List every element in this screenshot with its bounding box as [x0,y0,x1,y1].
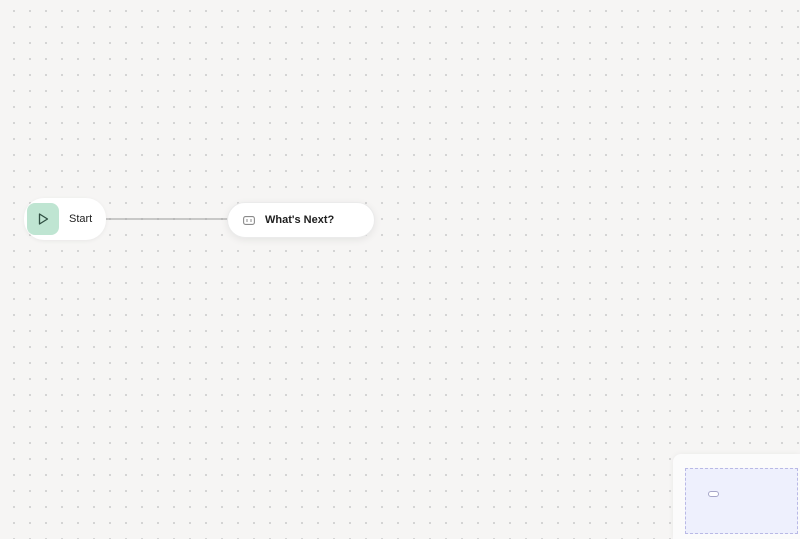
minimap-viewport[interactable] [685,468,798,534]
play-icon [38,213,49,225]
minimap[interactable] [673,454,800,539]
whats-next-node[interactable]: What's Next? [227,202,375,238]
input-box-icon [243,215,255,225]
start-icon-box [27,203,59,235]
start-node[interactable]: Start [24,198,106,240]
whats-next-node-label: What's Next? [265,214,335,226]
flow-canvas[interactable]: Start What's Next? [0,0,800,539]
start-node-label: Start [69,213,93,225]
input-box-icon-wrap [243,215,255,225]
minimap-node [708,491,719,497]
